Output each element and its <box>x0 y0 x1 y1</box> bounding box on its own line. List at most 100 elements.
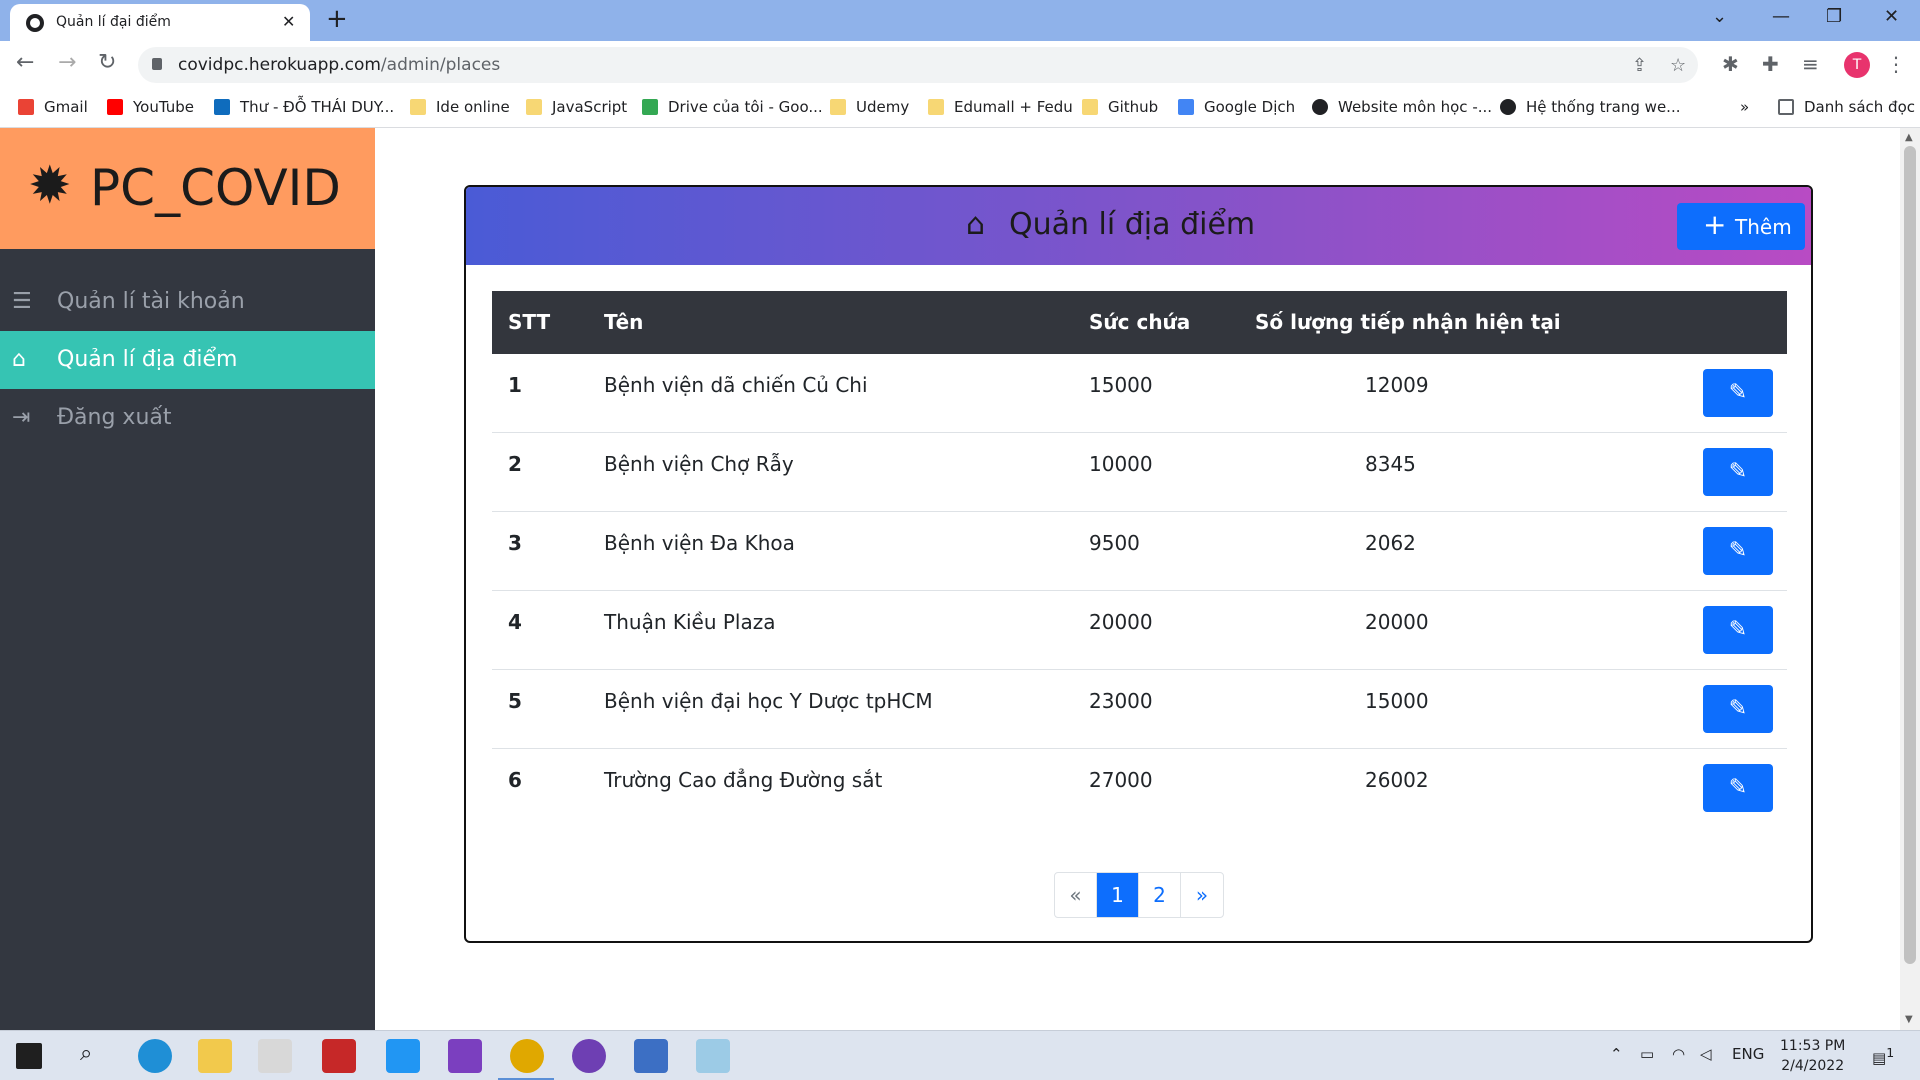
brand-header: ✹ PC_COVID <box>0 128 375 249</box>
bookmark-javascript[interactable]: JavaScript <box>526 98 627 116</box>
chrome-icon[interactable] <box>510 1039 544 1073</box>
github-desktop-icon[interactable] <box>572 1039 606 1073</box>
visual-studio-icon[interactable] <box>448 1039 482 1073</box>
pagination-page-2[interactable]: 2 <box>1139 873 1181 917</box>
address-bar[interactable]: covidpc.herokuapp.com/admin/places ⇪ ☆ <box>138 47 1698 83</box>
bookmark-drive[interactable]: Drive của tôi - Goo... <box>642 98 823 116</box>
menu-kebab-icon[interactable]: ⋮ <box>1886 52 1906 76</box>
row-name: Bệnh viện Đa Khoa <box>604 531 795 555</box>
browser-tab[interactable]: Quản lí đại điểm ✕ <box>10 4 310 41</box>
paint-icon[interactable] <box>696 1039 730 1073</box>
scroll-down-icon[interactable]: ▼ <box>1905 1014 1913 1025</box>
browser-tab-bar: Quản lí đại điểm ✕ + ⌄ — ❐ ✕ <box>0 0 1920 41</box>
bookmark-outlook[interactable]: Thư - ĐỖ THÁI DUY... <box>214 98 394 116</box>
row-stt: 6 <box>508 768 522 792</box>
table-row: 1 Bệnh viện dã chiến Củ Chi 15000 12009 … <box>492 354 1787 433</box>
pencil-icon: ✎ <box>1728 775 1748 800</box>
pagination-next[interactable]: » <box>1181 873 1223 917</box>
close-tab-icon[interactable]: ✕ <box>282 12 295 31</box>
row-name: Bệnh viện Chợ Rẫy <box>604 452 794 476</box>
column-header-capacity: Sức chứa <box>1089 310 1191 334</box>
gmail-icon <box>18 99 34 115</box>
back-arrow-icon[interactable]: ← <box>16 52 34 74</box>
profile-avatar[interactable]: T <box>1844 52 1870 78</box>
bookmark-gmail[interactable]: Gmail <box>18 98 88 116</box>
google-drive-icon <box>642 99 658 115</box>
windows-start-icon[interactable] <box>16 1043 42 1069</box>
edit-button[interactable]: ✎ <box>1703 764 1773 812</box>
more-bookmarks-button[interactable]: » <box>1740 98 1749 116</box>
media-control-icon[interactable]: ≡ <box>1802 52 1819 76</box>
edit-button[interactable]: ✎ <box>1703 448 1773 496</box>
share-icon[interactable]: ⇪ <box>1632 55 1647 76</box>
folder-icon <box>928 99 944 115</box>
reload-icon[interactable]: ↻ <box>98 52 116 74</box>
new-tab-button[interactable]: + <box>326 6 348 32</box>
snipping-tool-icon[interactable] <box>258 1039 292 1073</box>
edge-icon[interactable] <box>138 1039 172 1073</box>
table-header: STT Tên Sức chứa Số lượng tiếp nhận hiện… <box>492 291 1787 354</box>
folder-icon <box>410 99 426 115</box>
notification-icon[interactable]: ▤1 <box>1872 1045 1894 1067</box>
brand-title: PC_COVID <box>90 159 341 217</box>
bookmark-ide-online[interactable]: Ide online <box>410 98 510 116</box>
edit-button[interactable]: ✎ <box>1703 369 1773 417</box>
notification-count: 1 <box>1886 1045 1895 1060</box>
globe-icon <box>1500 99 1516 115</box>
pagination-prev[interactable]: « <box>1055 873 1097 917</box>
outlook-icon <box>214 99 230 115</box>
page-scrollbar[interactable]: ▲ ▼ <box>1900 128 1920 1030</box>
star-icon[interactable]: ☆ <box>1670 55 1686 76</box>
page-title: Quản lí địa điểm <box>1009 207 1256 242</box>
reading-list-button[interactable]: Danh sách đọc <box>1778 98 1915 116</box>
bookmark-youtube[interactable]: YouTube <box>107 98 194 116</box>
add-place-button[interactable]: + Thêm <box>1677 203 1805 250</box>
system-clock[interactable]: 11:53 PM 2/4/2022 <box>1780 1036 1845 1076</box>
edit-button[interactable]: ✎ <box>1703 527 1773 575</box>
table-row: 3 Bệnh viện Đa Khoa 9500 2062 ✎ <box>492 512 1787 591</box>
row-current: 15000 <box>1365 689 1429 713</box>
sidebar-item-logout[interactable]: ⇥ Đăng xuất <box>0 389 375 447</box>
row-capacity: 20000 <box>1089 610 1153 634</box>
row-stt: 5 <box>508 689 522 713</box>
language-indicator[interactable]: ENG <box>1732 1045 1764 1063</box>
chevron-up-icon[interactable]: ⌃ <box>1610 1045 1623 1063</box>
forward-arrow-icon[interactable]: → <box>58 52 76 74</box>
folder-icon <box>830 99 846 115</box>
sidebar-item-accounts[interactable]: ☰ Quản lí tài khoản <box>0 273 375 331</box>
bookmark-github[interactable]: Github <box>1082 98 1158 116</box>
tab-search-icon[interactable]: ⌄ <box>1712 6 1727 27</box>
globe-icon <box>26 14 44 32</box>
scroll-up-icon[interactable]: ▲ <box>1905 132 1913 143</box>
minimize-button[interactable]: — <box>1772 6 1790 27</box>
window-app-icon[interactable] <box>634 1039 668 1073</box>
restore-button[interactable]: ❐ <box>1826 6 1842 27</box>
edit-button[interactable]: ✎ <box>1703 606 1773 654</box>
bookmark-website-mon-hoc[interactable]: Website môn học -... <box>1312 98 1492 116</box>
card-header: ⌂ Quản lí địa điểm + Thêm <box>466 187 1811 265</box>
bookmark-edumall[interactable]: Edumall + Fedu <box>928 98 1073 116</box>
bookmark-google-translate[interactable]: Google Dịch <box>1178 98 1295 116</box>
extension-bug-icon[interactable]: ✱ <box>1722 52 1739 76</box>
search-icon[interactable]: ⌕ <box>80 1041 92 1066</box>
edit-button[interactable]: ✎ <box>1703 685 1773 733</box>
vscode-icon[interactable] <box>386 1039 420 1073</box>
pencil-icon: ✎ <box>1728 696 1748 721</box>
sidebar-item-places[interactable]: ⌂ Quản lí địa điểm <box>0 331 375 389</box>
bookmark-udemy[interactable]: Udemy <box>830 98 909 116</box>
table-row: 5 Bệnh viện đại học Y Dược tpHCM 23000 1… <box>492 670 1787 749</box>
row-name: Bệnh viện dã chiến Củ Chi <box>604 373 868 397</box>
volume-icon[interactable]: ◁ <box>1700 1045 1712 1063</box>
close-window-button[interactable]: ✕ <box>1884 6 1899 27</box>
bookmark-he-thong[interactable]: Hệ thống trang we... <box>1500 98 1680 116</box>
wifi-icon[interactable]: ◠ <box>1672 1045 1685 1063</box>
battery-icon[interactable]: ▭ <box>1640 1045 1654 1063</box>
file-explorer-icon[interactable] <box>198 1039 232 1073</box>
pencil-icon: ✎ <box>1728 617 1748 642</box>
scrollbar-thumb[interactable] <box>1904 146 1916 964</box>
puzzle-icon[interactable]: ✚ <box>1762 52 1779 76</box>
game-app-icon[interactable] <box>322 1039 356 1073</box>
column-header-name: Tên <box>604 310 644 334</box>
pagination-page-1[interactable]: 1 <box>1097 873 1139 917</box>
sidebar: ✹ PC_COVID ☰ Quản lí tài khoản ⌂ Quản lí… <box>0 128 375 1030</box>
